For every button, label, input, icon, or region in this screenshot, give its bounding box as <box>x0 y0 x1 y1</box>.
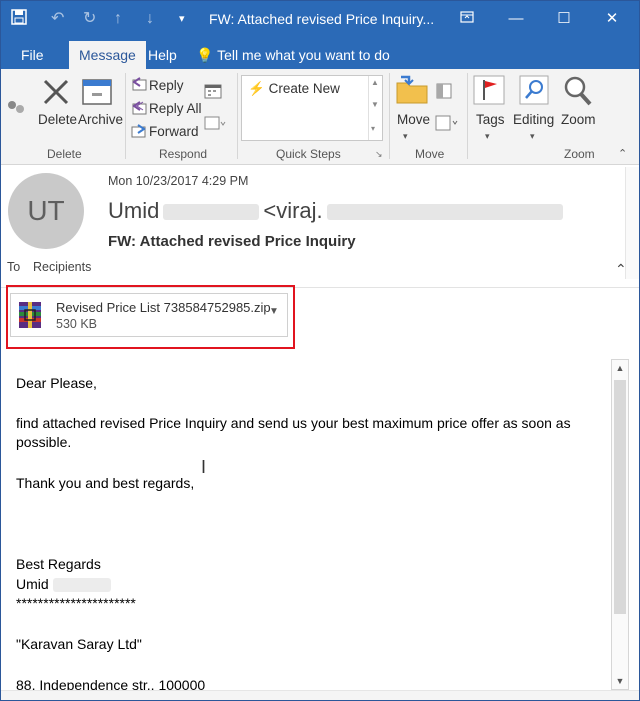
tags-flag-icon[interactable] <box>473 75 505 110</box>
attachment-dropdown-icon[interactable]: ▼ <box>269 306 279 317</box>
group-label-respond: Respond <box>159 147 208 161</box>
zoom-button[interactable]: Zoom <box>561 112 596 128</box>
zip-archive-icon <box>15 300 47 335</box>
move-folder-icon[interactable] <box>395 75 429 110</box>
forward-icon <box>131 124 147 143</box>
redacted-email <box>326 204 563 221</box>
expand-gallery-icon[interactable]: ▾ <box>371 124 375 133</box>
header-scrollbar[interactable] <box>625 167 639 279</box>
outlook-message-window: ↶ ↻ ↑ ↓ ▾ FW: Attached revised Price Inq… <box>0 0 640 701</box>
reply-icon <box>131 77 147 96</box>
to-label: To <box>7 260 21 274</box>
more-respond-icon[interactable] <box>204 115 226 136</box>
sender-email: <viraj. <box>263 198 323 223</box>
redo-icon[interactable]: ↻ <box>83 9 96 29</box>
message-subject: FW: Attached revised Price Inquiry <box>108 233 356 250</box>
message-body[interactable]: Dear Please, find attached revised Price… <box>1 359 611 700</box>
ignore-icon[interactable] <box>6 99 28 122</box>
undo-icon[interactable]: ↶ <box>51 9 64 29</box>
group-label-delete: Delete <box>47 147 82 161</box>
reply-all-icon <box>131 101 147 120</box>
down-arrow-icon[interactable]: ↓ <box>146 9 154 29</box>
scroll-up-icon[interactable]: ▲ <box>371 78 379 87</box>
reply-all-button[interactable]: Reply All <box>149 101 202 117</box>
maximize-icon[interactable]: ☐ <box>550 7 578 31</box>
sent-datetime: Mon 10/23/2017 4:29 PM <box>108 174 249 188</box>
tab-help[interactable]: Help <box>148 45 177 65</box>
delete-x-icon[interactable] <box>41 77 71 112</box>
ribbon-divider <box>237 73 238 159</box>
up-arrow-icon[interactable]: ↑ <box>114 9 122 29</box>
group-label-quick-steps: Quick Steps <box>276 147 341 161</box>
onenote-icon[interactable] <box>435 83 453 104</box>
tell-me-text: Tell me what you want to do <box>217 47 390 63</box>
body-line: ********************** <box>16 595 136 611</box>
body-line: find attached revised Price Inquiry and … <box>16 415 571 431</box>
ribbon-tab-bar: File Message Help 💡 Tell me what you wan… <box>1 39 639 69</box>
actions-icon[interactable] <box>435 115 459 136</box>
scroll-up-icon[interactable]: ▲ <box>612 360 628 376</box>
scroll-down-icon[interactable]: ▼ <box>371 100 379 109</box>
body-line: Best Regards <box>16 556 101 572</box>
body-line: Thank you and best regards, <box>16 475 195 491</box>
quick-steps-scroll[interactable]: ▲ ▼ ▾ <box>368 76 382 140</box>
attachment-name: Revised Price List 738584752985.zip <box>56 300 271 315</box>
move-dropdown-icon[interactable]: ▾ <box>403 131 408 142</box>
zoom-magnifier-icon[interactable] <box>563 75 593 112</box>
ribbon-display-options-icon[interactable] <box>453 7 481 31</box>
close-icon[interactable]: ✕ <box>598 7 626 31</box>
tab-file[interactable]: File <box>21 45 44 65</box>
body-line: Dear Please, <box>16 375 97 391</box>
tags-button[interactable]: Tags <box>476 112 505 128</box>
scroll-down-icon[interactable]: ▼ <box>612 673 628 689</box>
attachment-size: 530 KB <box>56 317 98 331</box>
body-line: "Karavan Saray Ltd" <box>16 636 142 652</box>
redacted-surname <box>52 578 111 593</box>
forward-button[interactable]: Forward <box>149 124 199 140</box>
group-label-move: Move <box>415 147 445 161</box>
text-cursor-icon: I <box>201 457 207 477</box>
window-bottom-edge <box>1 690 639 700</box>
quick-steps-gallery: ⚡ Create New ▲ ▼ ▾ <box>241 75 383 141</box>
ribbon: Delete Archive Delete Reply Reply All Fo… <box>1 69 639 165</box>
archive-button[interactable]: Archive <box>78 112 123 128</box>
save-icon[interactable] <box>11 9 27 31</box>
customize-toolbar-icon[interactable]: ▾ <box>179 9 185 29</box>
group-label-zoom: Zoom <box>564 147 595 161</box>
collapse-ribbon-icon[interactable]: ⌃ <box>618 147 627 160</box>
attachment-item[interactable]: Revised Price List 738584752985.zip 530 … <box>10 293 288 337</box>
ribbon-divider <box>125 73 126 159</box>
tab-message[interactable]: Message <box>69 41 146 69</box>
avatar: UT <box>8 173 84 249</box>
lightning-icon: ⚡ <box>248 81 265 96</box>
recipients-link[interactable]: Recipients <box>33 260 91 274</box>
scroll-thumb[interactable] <box>614 380 626 614</box>
lightbulb-icon: 💡 <box>196 47 214 63</box>
minimize-icon[interactable]: — <box>502 7 530 31</box>
editing-button[interactable]: Editing <box>513 112 554 128</box>
sender-first-name: Umid <box>108 198 160 223</box>
archive-icon[interactable] <box>81 77 113 112</box>
meeting-icon[interactable] <box>204 83 222 104</box>
delete-button[interactable]: Delete <box>38 112 77 128</box>
sender[interactable]: Umid <viraj. <box>108 198 563 224</box>
tell-me-search[interactable]: 💡 Tell me what you want to do <box>196 47 390 64</box>
create-new-quick-step[interactable]: ⚡ Create New <box>248 81 340 97</box>
ribbon-divider <box>467 73 468 159</box>
body-line: possible. <box>16 434 72 450</box>
ribbon-divider <box>389 73 390 159</box>
dialog-launcher-icon[interactable]: ↘ <box>375 149 383 160</box>
signature-name: Umid <box>16 574 111 594</box>
redacted-name <box>163 204 260 221</box>
body-scrollbar[interactable]: ▲ ▼ <box>611 359 629 690</box>
window-title: FW: Attached revised Price Inquiry... <box>209 11 435 27</box>
move-button[interactable]: Move <box>397 112 430 128</box>
title-bar: ↶ ↻ ↑ ↓ ▾ FW: Attached revised Price Inq… <box>1 1 639 39</box>
editing-dropdown-icon[interactable]: ▾ <box>530 131 535 142</box>
reply-button[interactable]: Reply <box>149 78 184 94</box>
tags-dropdown-icon[interactable]: ▾ <box>485 131 490 142</box>
editing-find-icon[interactable] <box>519 75 549 110</box>
